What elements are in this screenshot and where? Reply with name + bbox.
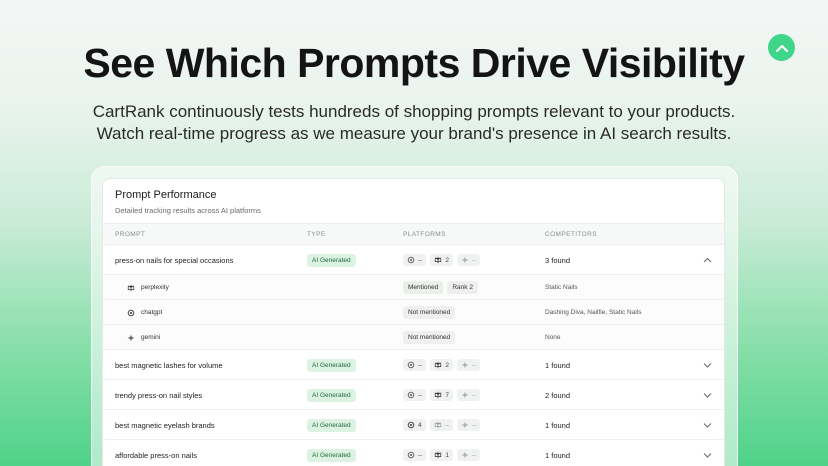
competitors-count: 3 found (545, 255, 571, 265)
gemini-icon (461, 361, 469, 369)
perplexity-pill: 2 (430, 254, 453, 266)
competitor-list: Static Nails (545, 284, 578, 291)
hero-description-line-1: CartRank continuously tests hundreds of … (92, 102, 736, 121)
chatgpt-icon (407, 361, 415, 369)
prompt-text: press-on nails for special occasions (115, 255, 234, 265)
rank-badge: Rank 2 (447, 281, 478, 294)
competitor-list: Dashing Diva, Nailfie, Static Nails (545, 309, 642, 316)
column-prompt: PROMPT (115, 231, 146, 238)
expand-button[interactable] (703, 350, 712, 380)
table-row[interactable]: trendy press-on nail styles AI Generated… (103, 380, 724, 410)
gemini-pill: -- (456, 359, 481, 371)
table-row[interactable]: best magnetic eyelash brands AI Generate… (103, 410, 724, 440)
perplexity-icon (434, 451, 442, 459)
perplexity-pill: 2 (430, 359, 453, 371)
perplexity-icon (434, 361, 442, 369)
column-competitors: COMPETITORS (545, 231, 597, 238)
competitors-count: 2 found (545, 390, 571, 400)
prompt-text: affordable press-on nails (115, 450, 197, 460)
chatgpt-pill: 4 (403, 419, 426, 431)
perplexity-icon (127, 284, 135, 292)
type-badge: AI Generated (307, 448, 356, 462)
prompt-text: best magnetic eyelash brands (115, 420, 215, 430)
table-header: PROMPT TYPE PLATFORMS COMPETITORS (103, 223, 724, 245)
expand-button[interactable] (703, 410, 712, 440)
platform-name: chatgpt (141, 309, 163, 316)
gemini-pill: -- (456, 419, 481, 431)
platform-detail-row: chatgpt Not mentioned Dashing Diva, Nail… (103, 300, 724, 325)
chatgpt-pill: -- (403, 359, 427, 371)
type-badge: AI Generated (307, 253, 356, 267)
expand-button[interactable] (703, 440, 712, 466)
hero-description-line-2: Watch real-time progress as we measure y… (96, 124, 732, 143)
platform-name: perplexity (141, 284, 169, 291)
column-platforms: PLATFORMS (403, 231, 446, 238)
table-row[interactable]: best magnetic lashes for volume AI Gener… (103, 350, 724, 380)
chevron-up-icon (703, 257, 712, 263)
table-row[interactable]: affordable press-on nails AI Generated -… (103, 440, 724, 466)
mention-status: Not mentioned (403, 306, 456, 319)
chatgpt-pill: -- (403, 449, 427, 461)
mention-status: Mentioned (403, 281, 444, 294)
chevron-down-icon (703, 423, 712, 428)
chatgpt-icon (407, 451, 415, 459)
platform-detail-row: perplexity Mentioned Rank 2 Static Nails (103, 275, 724, 300)
platform-name: gemini (141, 334, 161, 341)
type-badge: AI Generated (307, 388, 356, 402)
chevron-down-icon (703, 453, 712, 458)
gemini-pill: -- (456, 449, 481, 461)
column-type: TYPE (307, 231, 326, 238)
chatgpt-pill: -- (403, 254, 427, 266)
gemini-icon (461, 256, 469, 264)
perplexity-pill: 1 (430, 449, 453, 461)
gemini-icon (461, 421, 469, 429)
card-title: Prompt Performance (115, 189, 217, 201)
platform-detail-row: gemini Not mentioned None (103, 325, 724, 350)
chatgpt-icon (407, 391, 415, 399)
chevron-down-icon (703, 393, 712, 398)
perplexity-icon (434, 421, 442, 429)
gemini-pill: -- (456, 389, 481, 401)
prompt-performance-card: Prompt Performance Detailed tracking res… (102, 178, 725, 466)
table-row[interactable]: press-on nails for special occasions AI … (103, 245, 724, 275)
perplexity-icon (434, 256, 442, 264)
type-badge: AI Generated (307, 358, 356, 372)
chatgpt-pill: -- (403, 389, 427, 401)
competitors-count: 1 found (545, 450, 571, 460)
chatgpt-icon (407, 421, 415, 429)
prompt-text: best magnetic lashes for volume (115, 360, 223, 370)
card-subtitle: Detailed tracking results across AI plat… (115, 206, 261, 215)
gemini-icon (461, 451, 469, 459)
collapse-button[interactable] (703, 245, 712, 275)
competitor-list: None (545, 334, 561, 341)
type-badge: AI Generated (307, 418, 356, 432)
expand-button[interactable] (703, 380, 712, 410)
hero-title: See Which Prompts Drive Visibility (83, 40, 745, 86)
competitors-count: 1 found (545, 420, 571, 430)
perplexity-pill: -- (429, 419, 453, 431)
competitors-count: 1 found (545, 360, 571, 370)
chatgpt-icon (407, 256, 415, 264)
perplexity-pill: 7 (430, 389, 453, 401)
mention-status: Not mentioned (403, 331, 456, 344)
perplexity-icon (434, 391, 442, 399)
gemini-pill: -- (456, 254, 481, 266)
prompt-text: trendy press-on nail styles (115, 390, 203, 400)
gemini-icon (461, 391, 469, 399)
chevron-down-icon (703, 363, 712, 368)
gemini-icon (127, 333, 135, 342)
chatgpt-icon (127, 309, 135, 317)
